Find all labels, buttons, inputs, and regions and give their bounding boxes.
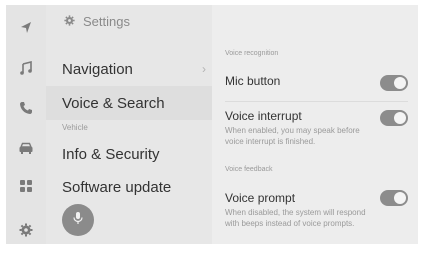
- settings-content: Voice recognition Mic button Voice inter…: [212, 5, 418, 244]
- toggle-knob: [394, 112, 406, 124]
- menu-item-voice-search[interactable]: Voice & Search: [46, 86, 212, 120]
- menu-item-label: Info & Security: [62, 145, 160, 163]
- menu-item-label: Voice & Search: [62, 94, 165, 112]
- section-label-voice-recognition: Voice recognition: [225, 50, 279, 57]
- voice-interrupt-description: When enabled, you may speak before voice…: [225, 126, 360, 146]
- mic-button-toggle[interactable]: [380, 75, 408, 91]
- page-title-text: Settings: [83, 14, 130, 29]
- voice-interrupt-toggle[interactable]: [380, 110, 408, 126]
- music-note-icon[interactable]: [6, 55, 46, 81]
- menu-item-label: Software update: [62, 178, 172, 196]
- infotainment-screen: Settings Navigation › Voice & Search Veh…: [6, 5, 418, 244]
- gear-icon[interactable]: [6, 217, 46, 243]
- voice-prompt-title: Voice prompt: [225, 191, 296, 205]
- gear-icon: [64, 14, 75, 29]
- voice-prompt-toggle[interactable]: [380, 190, 408, 206]
- menu-item-info-security[interactable]: Info & Security: [46, 137, 212, 171]
- settings-menu: Settings Navigation › Voice & Search Veh…: [46, 5, 212, 244]
- voice-prompt-description: When disabled, the system will respond w…: [225, 208, 366, 228]
- icon-rail: [6, 5, 46, 244]
- microphone-icon: [72, 211, 84, 230]
- toggle-knob: [394, 192, 406, 204]
- menu-item-software-update[interactable]: Software update: [46, 170, 212, 204]
- section-label-voice-feedback: Voice feedback: [225, 166, 273, 173]
- mic-button-title: Mic button: [225, 74, 281, 88]
- page-title: Settings: [64, 14, 130, 29]
- toggle-knob: [394, 77, 406, 89]
- voice-interrupt-title: Voice interrupt: [225, 109, 302, 123]
- menu-item-label: Navigation: [62, 60, 133, 78]
- phone-icon[interactable]: [6, 95, 46, 121]
- chevron-right-icon: ›: [202, 62, 206, 76]
- voice-mic-button[interactable]: [62, 204, 94, 236]
- menu-item-navigation[interactable]: Navigation ›: [46, 52, 212, 86]
- navigation-arrow-icon[interactable]: [6, 15, 46, 41]
- car-icon[interactable]: [6, 135, 46, 161]
- menu-section-vehicle: Vehicle: [62, 123, 88, 132]
- apps-grid-icon[interactable]: [6, 173, 46, 199]
- divider: [225, 101, 408, 102]
